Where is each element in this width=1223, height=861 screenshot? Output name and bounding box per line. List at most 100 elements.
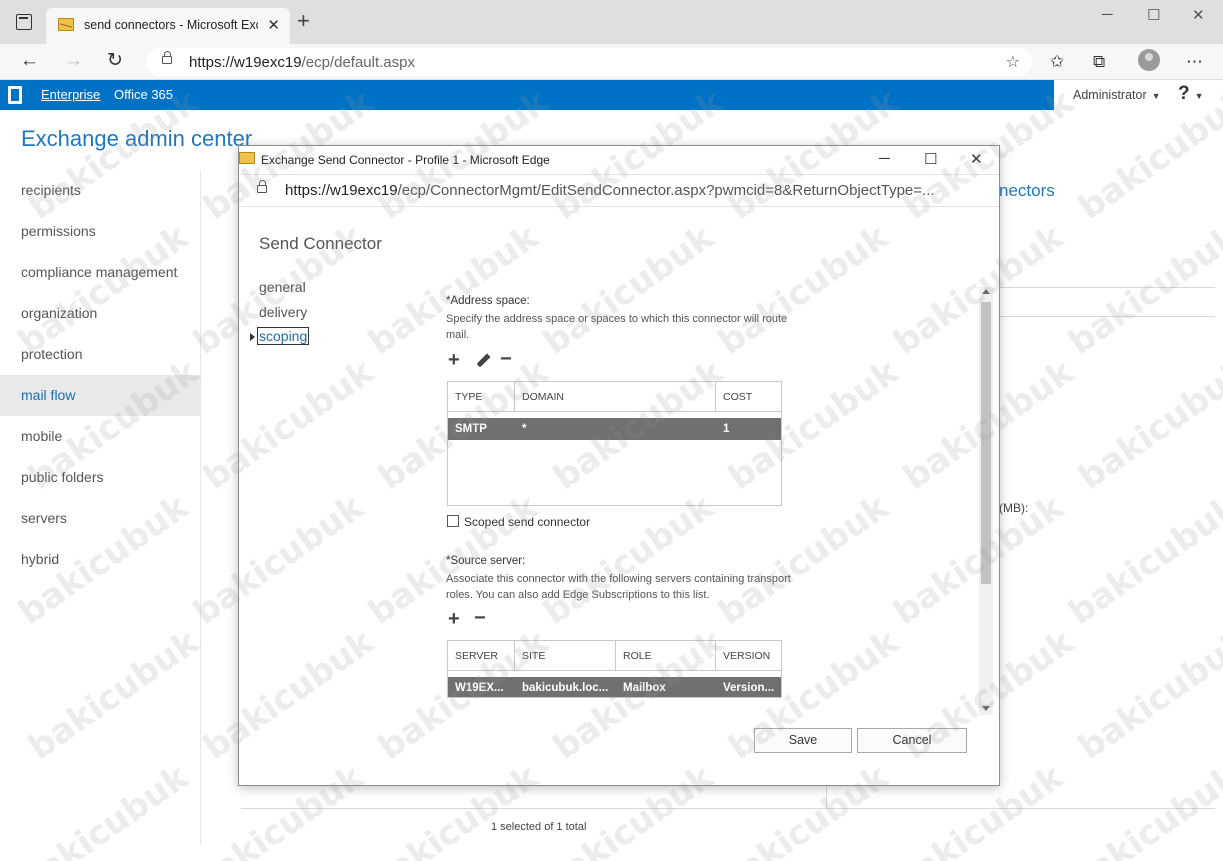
cell-domain: * — [522, 423, 527, 435]
watermark-text: bakicubuk — [1061, 757, 1223, 861]
minimize-icon[interactable]: ─ — [1102, 6, 1113, 23]
content-scrollbar[interactable] — [979, 287, 993, 715]
tab-close-icon[interactable]: ✕ — [267, 16, 280, 34]
office-logo-icon[interactable] — [8, 86, 22, 104]
sidebar-item-servers[interactable]: servers — [0, 498, 200, 539]
exchange-window-icon — [239, 152, 255, 164]
user-menu[interactable]: Administrator ▼ — [1073, 88, 1161, 102]
watermark-text: bakicubuk — [21, 622, 206, 768]
source-server-description: Associate this connector with the follow… — [446, 573, 791, 601]
browser-nav-bar: ← → ↻ https://w19exc19/ecp/default.aspx … — [0, 44, 1223, 80]
back-icon[interactable]: ← — [20, 50, 39, 72]
popup-window-title: Exchange Send Connector - Profile 1 - Mi… — [261, 153, 550, 167]
url-text[interactable]: https://w19exc19/ecp/default.aspx — [189, 54, 415, 71]
table-row[interactable]: W19EX... bakicubuk.loc... Mailbox Versio… — [448, 677, 781, 697]
sidebar-item-organization[interactable]: organization — [0, 293, 200, 334]
popup-minimize-icon[interactable]: ─ — [879, 150, 890, 167]
watermark-text: bakicubuk — [11, 757, 196, 861]
watermark-text: bakicubuk — [1071, 352, 1223, 498]
bg-divider — [999, 316, 1215, 317]
nav-delivery[interactable]: delivery — [259, 304, 307, 320]
column-header-role[interactable]: ROLE — [616, 641, 716, 671]
cell-site: bakicubuk.loc... — [522, 682, 609, 694]
add-address-space-icon[interactable]: + — [448, 350, 460, 370]
table-header: TYPE DOMAIN COST — [448, 382, 781, 412]
url-host: https://w19exc19 — [189, 54, 302, 71]
sidebar-item-recipients[interactable]: recipients — [0, 170, 200, 211]
scroll-up-icon[interactable] — [982, 289, 990, 294]
user-name: Administrator — [1073, 88, 1147, 102]
url-path: /ecp/default.aspx — [301, 54, 415, 71]
table-row[interactable]: SMTP * 1 — [448, 418, 781, 440]
popup-url-path: /ecp/ConnectorMgmt/EditSendConnector.asp… — [397, 182, 935, 199]
add-source-server-icon[interactable]: + — [448, 609, 460, 629]
selection-status: 1 selected of 1 total — [491, 821, 587, 833]
lock-icon — [162, 51, 172, 64]
popup-address-bar[interactable]: https://w19exc19/ecp/ConnectorMgmt/EditS… — [239, 175, 999, 207]
refresh-icon[interactable]: ↻ — [107, 50, 123, 72]
popup-url-host: https://w19exc19 — [285, 182, 398, 199]
add-favorite-icon[interactable]: ☆ — [1006, 52, 1020, 72]
cancel-button[interactable]: Cancel — [857, 728, 967, 753]
bg-pane-divider — [826, 785, 827, 809]
scroll-down-icon[interactable] — [982, 706, 990, 711]
scoped-send-connector-checkbox[interactable] — [447, 515, 459, 527]
sidebar-item-mobile[interactable]: mobile — [0, 416, 200, 457]
sidebar-item-hybrid[interactable]: hybrid — [0, 539, 200, 580]
column-header-server[interactable]: SERVER — [448, 641, 515, 671]
popup-url: https://w19exc19/ecp/ConnectorMgmt/EditS… — [285, 182, 935, 199]
address-space-label: *Address space: — [446, 295, 530, 307]
send-connector-heading: Send Connector — [259, 234, 382, 253]
suite-bar: Enterprise Office 365 — [0, 80, 1054, 110]
bg-footer-divider — [241, 808, 1215, 809]
suite-link-enterprise[interactable]: Enterprise — [41, 87, 100, 102]
tab-title: send connectors - Microsoft Exch — [84, 18, 258, 32]
scroll-thumb[interactable] — [981, 302, 991, 584]
column-header-domain[interactable]: DOMAIN — [515, 382, 716, 412]
scoped-send-connector-label: Scoped send connector — [464, 515, 591, 529]
tab-actions-icon[interactable] — [16, 14, 32, 30]
nav-scoping[interactable]: scoping — [257, 327, 310, 345]
maximize-icon[interactable]: ☐ — [1147, 6, 1160, 24]
popup-close-icon[interactable]: ✕ — [970, 150, 983, 168]
column-header-site[interactable]: SITE — [515, 641, 616, 671]
column-header-version[interactable]: VERSION — [716, 641, 781, 671]
column-header-type[interactable]: TYPE — [448, 382, 515, 412]
profile-avatar[interactable] — [1138, 49, 1160, 71]
cell-cost: 1 — [723, 423, 730, 435]
page-title: Exchange admin center — [21, 126, 253, 151]
new-tab-icon[interactable]: + — [297, 10, 310, 32]
source-server-label: *Source server: — [446, 555, 526, 567]
sidebar-item-compliance-management[interactable]: compliance management — [0, 252, 200, 293]
forward-icon[interactable]: → — [64, 50, 83, 72]
sidebar-item-protection[interactable]: protection — [0, 334, 200, 375]
browser-tab[interactable]: send connectors - Microsoft Exch ✕ — [46, 8, 290, 44]
column-header-cost[interactable]: COST — [716, 382, 781, 412]
edit-address-space-icon[interactable] — [476, 353, 491, 368]
popup-maximize-icon[interactable]: ☐ — [924, 150, 937, 168]
favorites-icon[interactable]: ✩ — [1050, 52, 1064, 72]
collections-icon[interactable]: ⧉ — [1093, 52, 1105, 72]
remove-address-space-icon[interactable]: − — [500, 349, 512, 369]
selected-arrow-icon — [250, 333, 255, 341]
bg-page-heading: nectors — [999, 181, 1055, 200]
sidebar-item-mail-flow[interactable]: mail flow — [0, 375, 200, 416]
save-button[interactable]: Save — [754, 728, 852, 753]
suite-link-office365[interactable]: Office 365 — [114, 87, 173, 102]
remove-source-server-icon[interactable]: − — [474, 608, 486, 628]
exchange-favicon-icon — [58, 18, 74, 31]
sidebar-item-public-folders[interactable]: public folders — [0, 457, 200, 498]
sidebar-item-permissions[interactable]: permissions — [0, 211, 200, 252]
nav-general[interactable]: general — [259, 279, 306, 295]
left-nav: recipients permissions compliance manageme… — [0, 170, 200, 580]
help-menu[interactable]: ? ▼ — [1178, 83, 1204, 105]
cell-role: Mailbox — [623, 682, 666, 694]
table-header: SERVER SITE ROLE VERSION — [448, 641, 781, 671]
address-bar[interactable]: https://w19exc19/ecp/default.aspx ☆ — [146, 48, 1032, 76]
chevron-down-icon: ▼ — [1151, 91, 1161, 101]
suite-user-area: Administrator ▼ ? ▼ — [1054, 80, 1223, 110]
close-window-icon[interactable]: ✕ — [1192, 6, 1205, 24]
cell-server: W19EX... — [455, 682, 504, 694]
more-icon[interactable]: ⋯ — [1186, 52, 1203, 72]
watermark-text: bakicubuk — [1061, 217, 1223, 363]
